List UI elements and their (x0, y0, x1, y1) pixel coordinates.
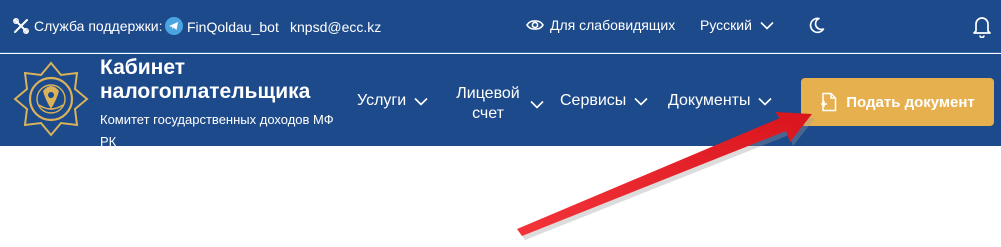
telegram-bot-link[interactable]: FinQoldau_bot (187, 19, 279, 35)
low-vision-toggle[interactable]: Для слабовидящих (526, 17, 675, 33)
low-vision-label: Для слабовидящих (550, 17, 676, 33)
nav-item-label: Лицевой счет (456, 85, 520, 122)
support-label: Служба поддержки: (34, 18, 163, 34)
nav-item-personal-account[interactable]: Лицевой счет (454, 84, 544, 124)
telegram-icon[interactable] (164, 17, 183, 35)
top-bar: Служба поддержки: FinQoldau_bot knpsd@ec… (0, 0, 1001, 53)
add-document-icon (820, 92, 838, 112)
main-header: Кабинет налогоплательщика Комитет госуда… (0, 54, 1001, 149)
chevron-down-icon (758, 97, 773, 106)
moon-icon (808, 17, 825, 37)
nav-item-label: Услуги (357, 92, 407, 109)
bell-icon (972, 14, 992, 41)
nav-item-documents[interactable]: Документы (668, 92, 773, 110)
support-info: Служба поддержки: (12, 17, 187, 35)
nav-item-servisy[interactable]: Сервисы (560, 92, 648, 110)
support-email-link[interactable]: knpsd@ecc.kz (290, 19, 381, 35)
notifications-button[interactable] (972, 14, 992, 41)
nav-item-label: Документы (668, 92, 751, 109)
chevron-down-icon (530, 100, 544, 109)
emblem-logo[interactable] (13, 61, 89, 137)
chevron-down-icon (760, 21, 774, 30)
brand-title: Кабинет налогоплательщика (100, 56, 311, 103)
brand-subtitle: Комитет государственных доходов МФ РК (100, 112, 334, 149)
nav-item-uslugi[interactable]: Услуги (357, 92, 428, 110)
submit-document-button[interactable]: Подать документ (801, 78, 994, 126)
language-label: Русский (700, 17, 752, 33)
language-select[interactable]: Русский (700, 17, 774, 33)
chevron-down-icon (414, 97, 428, 106)
theme-toggle[interactable] (808, 17, 825, 37)
nav-item-label: Сервисы (560, 92, 627, 109)
chevron-down-icon (634, 97, 648, 106)
submit-document-label: Подать документ (846, 93, 975, 111)
tools-icon (12, 17, 30, 35)
eye-icon (526, 18, 544, 32)
